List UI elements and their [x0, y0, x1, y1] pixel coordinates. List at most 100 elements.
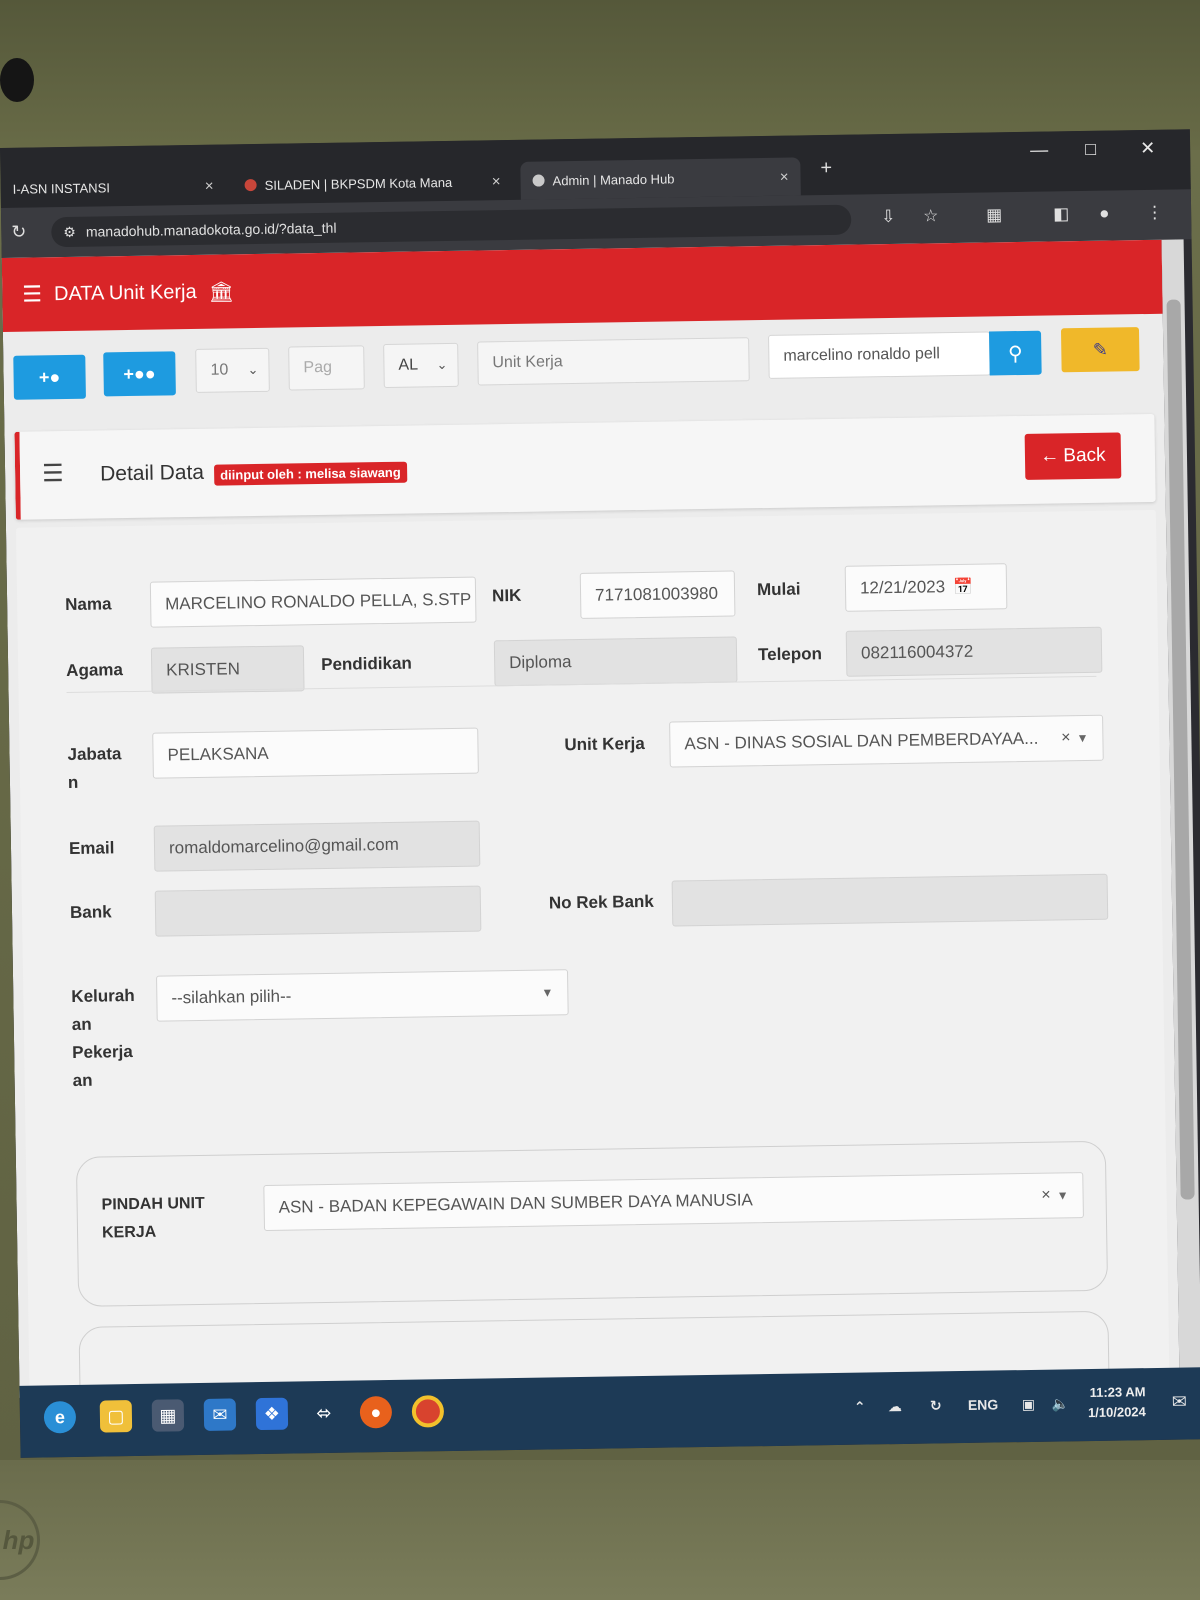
unit-kerja-placeholder: Unit Kerja — [492, 353, 563, 372]
hamburger-icon[interactable]: ☰ — [22, 281, 42, 307]
chevron-down-icon: ⌄ — [247, 361, 259, 378]
close-icon[interactable]: × — [492, 173, 501, 190]
norek-field — [671, 873, 1109, 927]
clock-date: 1/10/2024 — [1087, 1404, 1146, 1421]
file-explorer-icon[interactable]: ▢ — [99, 1400, 133, 1433]
caret-down-icon: ▼ — [1076, 730, 1089, 746]
nama-field[interactable]: MARCELINO RONALDO PELLA, S.STP — [149, 576, 477, 628]
unit-kerja-value: ASN - DINAS SOSIAL DAN PEMBERDAYAA... — [684, 728, 1039, 754]
chevron-up-icon[interactable]: ⌃ — [854, 1399, 866, 1416]
page-input[interactable]: Pag — [288, 345, 365, 391]
clear-icon[interactable]: × — [1041, 1187, 1051, 1205]
webcam — [0, 58, 34, 102]
filter-select[interactable]: AL ⌄ — [383, 342, 459, 389]
site-settings-icon[interactable]: ⚙ — [63, 223, 76, 240]
unit-kerja-select[interactable]: ASN - DINAS SOSIAL DAN PEMBERDAYAA... × … — [669, 714, 1104, 768]
calendar-icon[interactable]: 📅 — [953, 577, 973, 597]
jabatan-label-line2: n — [67, 772, 79, 793]
menu-icon[interactable]: ⋮ — [1146, 203, 1163, 223]
tab-manado-hub[interactable]: Admin | Manado Hub × — [520, 157, 801, 200]
language-indicator[interactable]: ENG — [968, 1396, 999, 1412]
email-field: romaldomarcelino@gmail.com — [153, 820, 481, 872]
jabatan-label-line1: Jabata — [67, 744, 122, 765]
install-icon[interactable]: ⇩ — [881, 207, 896, 227]
add-users-button[interactable]: +●● — [103, 351, 176, 397]
norek-label: No Rek Bank — [548, 891, 654, 913]
kelurahan-value: --silahkan pilih-- — [171, 986, 292, 1008]
caret-down-icon: ▼ — [1056, 1188, 1069, 1203]
system-clock[interactable]: 11:23 AM 1/10/2024 — [1088, 1382, 1146, 1423]
input-by-badge: diinput oleh : melisa siawang — [214, 461, 407, 486]
sync-icon[interactable]: ↻ — [930, 1397, 942, 1414]
store-icon[interactable]: ▦ — [151, 1399, 185, 1432]
filter-toolbar: +● +●● 10 ⌄ Pag AL ⌄ Unit Kerja marcelin… — [3, 324, 1164, 412]
bank-label: Bank — [69, 902, 112, 922]
telepon-label: Telepon — [757, 644, 823, 665]
filter-value: AL — [398, 356, 419, 374]
detail-form: Nama MARCELINO RONALDO PELLA, S.STP NIK … — [15, 509, 1170, 1398]
speaker-icon[interactable]: 🔈 — [1052, 1395, 1070, 1412]
mail-icon[interactable]: ✉ — [203, 1398, 237, 1431]
arrow-left-icon: ← — [1040, 445, 1060, 467]
side-panel-icon[interactable]: ◧ — [1053, 204, 1069, 224]
web-page: ☰ DATA Unit Kerja 🏛 +● +●● 10 ⌄ Pag AL ⌄… — [1, 239, 1180, 1398]
edit-button[interactable]: ✎ — [1060, 327, 1140, 373]
chevron-down-icon: ⌄ — [436, 356, 448, 373]
firefox-icon[interactable]: ● — [359, 1396, 393, 1429]
url-text: manadohub.manadokota.go.id/?data_thl — [85, 219, 337, 240]
kelurahan-select[interactable]: --silahkan pilih-- ▼ — [156, 969, 569, 1022]
search-button[interactable]: ⚲ — [989, 330, 1042, 376]
nik-value: 7171081003980 — [594, 583, 719, 605]
kelurahan-label-line2: an — [71, 1014, 92, 1034]
back-label: Back — [1063, 444, 1106, 467]
nik-field[interactable]: 7171081003980 — [579, 570, 736, 619]
url-field[interactable]: ⚙ manadohub.manadokota.go.id/?data_thl — [51, 204, 852, 248]
window-close-icon[interactable]: ✕ — [1140, 138, 1155, 159]
network-icon[interactable]: ▣ — [1022, 1396, 1035, 1413]
unit-kerja-input[interactable]: Unit Kerja — [477, 337, 750, 386]
chrome-icon[interactable] — [411, 1395, 445, 1428]
extensions-icon[interactable]: ▦ — [986, 205, 1002, 225]
edge-icon[interactable]: e — [43, 1400, 77, 1434]
nama-value: MARCELINO RONALDO PELLA, S.STP — [165, 589, 472, 614]
back-button[interactable]: ← Back — [1024, 432, 1122, 480]
app-icon[interactable]: ⬄ — [308, 1397, 340, 1429]
dropbox-icon[interactable]: ❖ — [255, 1397, 289, 1431]
close-icon[interactable]: × — [780, 168, 789, 185]
reload-icon[interactable]: ↻ — [11, 222, 26, 243]
mulai-value: 12/21/2023 — [859, 577, 946, 598]
bank-field — [154, 885, 482, 937]
pindah-unit-label: PINDAH UNIT KERJA — [101, 1190, 205, 1248]
kelurahan-label: Kelurah an Pekerja an — [71, 982, 136, 1095]
page-size-select[interactable]: 10 ⌄ — [195, 347, 270, 393]
kelurahan-label-line4: an — [72, 1070, 93, 1090]
minimize-icon[interactable]: — — [1030, 140, 1048, 161]
tab-siladen[interactable]: SILADEN | BKPSDM Kota Mana × — [232, 162, 513, 204]
pindah-unit-value: ASN - BADAN KEPEGAWAIN DAN SUMBER DAYA M… — [278, 1190, 753, 1217]
jabatan-field[interactable]: PELAKSANA — [152, 727, 479, 779]
favicon-icon — [244, 178, 257, 192]
tab-asn-instansi[interactable]: I-ASN INSTANSI × — [0, 166, 226, 208]
bookmark-star-icon[interactable]: ☆ — [923, 206, 939, 226]
new-tab-button[interactable]: + — [820, 157, 832, 180]
page-title: DATA Unit Kerja — [53, 280, 197, 305]
telepon-field: 082116004372 — [845, 626, 1103, 677]
close-icon[interactable]: × — [205, 177, 214, 194]
profile-icon[interactable]: ● — [1099, 204, 1110, 224]
unit-kerja-label: Unit Kerja — [564, 733, 645, 755]
maximize-icon[interactable]: □ — [1085, 139, 1096, 160]
add-user-button[interactable]: +● — [13, 354, 86, 400]
monitor-bezel-bottom — [0, 1460, 1200, 1600]
favicon-icon — [532, 174, 545, 187]
agama-value: KRISTEN — [166, 659, 241, 680]
mulai-date-field[interactable]: 12/21/2023 📅 — [844, 563, 1008, 612]
list-icon: ☰ — [41, 460, 64, 488]
monitor-screen: I-ASN INSTANSI × SILADEN | BKPSDM Kota M… — [0, 129, 1200, 1458]
cloud-icon[interactable]: ☁ — [888, 1398, 902, 1415]
agama-field: KRISTEN — [150, 645, 305, 694]
edit-icon: ✎ — [1092, 339, 1108, 360]
search-input[interactable]: marcelino ronaldo pell — [768, 331, 991, 379]
notification-icon[interactable]: ✉ — [1172, 1392, 1187, 1413]
pindah-unit-select[interactable]: ASN - BADAN KEPEGAWAIN DAN SUMBER DAYA M… — [263, 1172, 1084, 1231]
clear-icon[interactable]: × — [1061, 729, 1071, 747]
